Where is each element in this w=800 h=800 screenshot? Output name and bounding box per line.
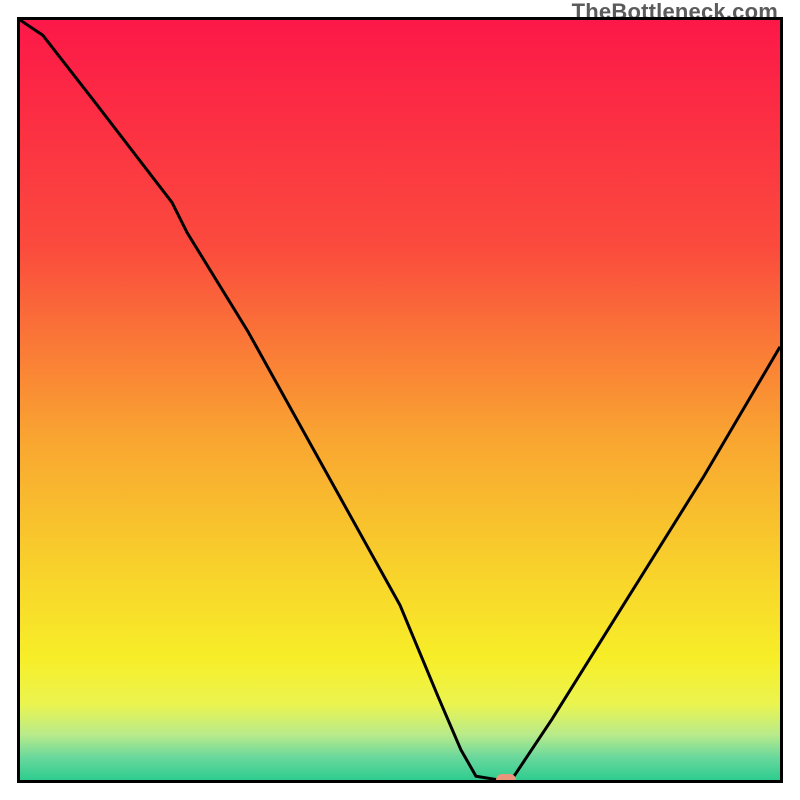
plot-area xyxy=(17,17,783,783)
gradient-background xyxy=(20,20,780,780)
chart-frame: TheBottleneck.com xyxy=(0,0,800,800)
chart-svg xyxy=(20,20,780,780)
optimum-marker xyxy=(496,774,516,783)
